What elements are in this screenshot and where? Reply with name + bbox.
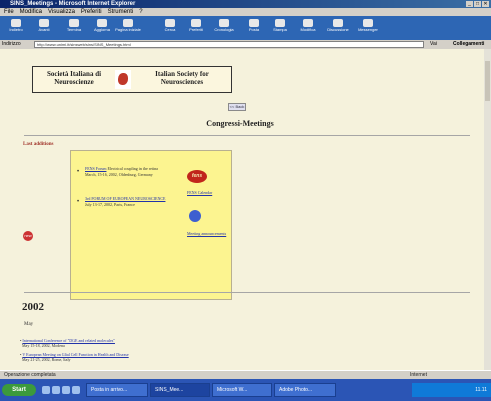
taskbar-task[interactable]: Posta in arrivo... (86, 383, 148, 397)
refresh-toolbar-button[interactable]: Aggiorna (88, 18, 116, 38)
menu-edit[interactable]: Modifica (20, 8, 42, 16)
refresh-icon (97, 19, 107, 27)
address-input[interactable]: http://www.unimi.it/sinsweb/sins/SINS_Me… (34, 41, 424, 48)
mail-icon (249, 19, 259, 27)
edit-icon (303, 19, 313, 27)
new-badge-icon: new (23, 231, 33, 241)
menu-favorites[interactable]: Preferiti (81, 8, 102, 16)
update-detail: July 13-17, 2002, Paris, France (85, 202, 135, 207)
taskbar-task[interactable]: Microsoft W... (212, 383, 272, 397)
menu-bar: File Modifica Visualizza Preferiti Strum… (0, 8, 491, 16)
menu-help[interactable]: ? (139, 8, 142, 16)
discuss-toolbar-button[interactable]: Discussione (324, 18, 352, 38)
back-arrow-icon (11, 19, 21, 27)
update-item: 3rd FORUM OF EUROPEAN NEUROSCIENCE July … (85, 196, 177, 208)
page-title: Congressi-Meetings (206, 119, 274, 128)
mail-toolbar-button[interactable]: Posta (240, 18, 268, 38)
system-tray: 11.11 (412, 383, 491, 397)
window-controls: _ □ ✕ (466, 1, 489, 7)
maximize-button[interactable]: □ (474, 1, 481, 7)
scroll-thumb[interactable] (485, 61, 490, 101)
messenger-toolbar-button[interactable]: Messenger (354, 18, 382, 38)
window-title: SINS_Meetings - Microsoft Internet Explo… (10, 1, 136, 7)
favorites-icon (191, 19, 201, 27)
menu-file[interactable]: File (4, 8, 14, 16)
links-button[interactable]: Collegamenti (453, 40, 484, 49)
print-icon (275, 19, 285, 27)
divider (24, 292, 470, 293)
society-name-english: Italian Society for Neurosciences (155, 70, 209, 86)
edit-toolbar-button[interactable]: Modifica (294, 18, 322, 38)
last-additions-heading: Last additions (23, 142, 54, 147)
last-additions-panel: • FENS Forum Electrical coupling in the … (70, 150, 232, 300)
minimize-button[interactable]: _ (466, 1, 473, 7)
status-bar: Operazione completata Internet (0, 370, 491, 379)
status-text: Operazione completata (4, 372, 56, 378)
update-item: FENS Forum Electrical coupling in the re… (85, 166, 177, 178)
brain-logo-icon (115, 70, 131, 89)
browser-toolbar: Indietro Avanti Termina Aggiorna Pagina … (0, 16, 491, 40)
society-logo-banner: Società Italiana di Neuroscienze Italian… (32, 66, 232, 93)
forward-toolbar-button[interactable]: Avanti (30, 18, 58, 38)
stop-toolbar-button[interactable]: Termina (60, 18, 88, 38)
menu-tools[interactable]: Strumenti (108, 8, 134, 16)
event-item: • International Conference of "DGE and r… (20, 338, 320, 348)
month-heading: May (24, 322, 34, 327)
fens-calendar-link[interactable]: FENS Calendar (187, 190, 219, 196)
update-detail: March, 15-16, 2002, Oldenburg, Germany (85, 172, 153, 177)
event-detail: May 15-18, 2002, Modena (22, 343, 65, 348)
meeting-icon[interactable] (189, 210, 201, 222)
search-icon (165, 19, 175, 27)
clock: 11.11 (475, 387, 487, 393)
year-heading: 2002 (22, 301, 44, 313)
address-label: Indirizzo (2, 41, 21, 47)
start-button[interactable]: Start (2, 384, 36, 396)
menu-view[interactable]: Visualizza (48, 8, 75, 16)
print-toolbar-button[interactable]: Stampa (266, 18, 294, 38)
back-link-button[interactable]: << Back (228, 103, 246, 111)
back-toolbar-button[interactable]: Indietro (2, 18, 30, 38)
window-titlebar: SINS_Meetings - Microsoft Internet Explo… (0, 0, 491, 8)
event-detail: May 21-25, 2002, Rome, Italy (22, 357, 71, 362)
update-link[interactable]: FENS Forum (85, 166, 106, 171)
update-text: Electrical coupling in the retina (107, 166, 158, 171)
favorites-toolbar-button[interactable]: Preferiti (182, 18, 210, 38)
close-button[interactable]: ✕ (482, 1, 489, 7)
home-toolbar-button[interactable]: Pagina iniziale (114, 18, 142, 38)
vertical-scrollbar[interactable] (484, 49, 491, 370)
taskbar-task[interactable]: Adobe Photo... (274, 383, 336, 397)
search-toolbar-button[interactable]: Cerca (156, 18, 184, 38)
quicklaunch-icon[interactable] (42, 386, 50, 394)
quicklaunch-icon[interactable] (72, 386, 80, 394)
home-icon (123, 19, 133, 27)
event-item: • V European Meeting on Glial Cell Funct… (20, 352, 320, 362)
history-icon (219, 19, 229, 27)
forward-arrow-icon (39, 19, 49, 27)
address-bar: Indirizzo http://www.unimi.it/sinsweb/si… (0, 40, 491, 49)
zone-text: Internet (410, 372, 427, 378)
fens-logo-icon[interactable]: fens (187, 170, 207, 183)
go-button[interactable]: Vai (430, 40, 437, 49)
history-toolbar-button[interactable]: Cronologia (210, 18, 238, 38)
quicklaunch-icon[interactable] (52, 386, 60, 394)
bullet-icon: • (77, 199, 80, 205)
stop-icon (69, 19, 79, 27)
messenger-icon (363, 19, 373, 27)
taskbar-task-active[interactable]: SINS_Mee... (150, 383, 210, 397)
bullet-icon: • (77, 169, 80, 175)
divider (24, 135, 470, 136)
update-link[interactable]: 3rd FORUM OF EUROPEAN NEUROSCIENCE (85, 196, 165, 201)
taskbar: Start Posta in arrivo... SINS_Mee... Mic… (0, 379, 491, 401)
page-content: Società Italiana di Neuroscienze Italian… (0, 49, 484, 370)
society-name-italian: Società Italiana di Neuroscienze (46, 70, 102, 86)
discuss-icon (333, 19, 343, 27)
quicklaunch-icon[interactable] (62, 386, 70, 394)
meeting-announcements-link[interactable]: Meeting announcements (187, 231, 229, 237)
